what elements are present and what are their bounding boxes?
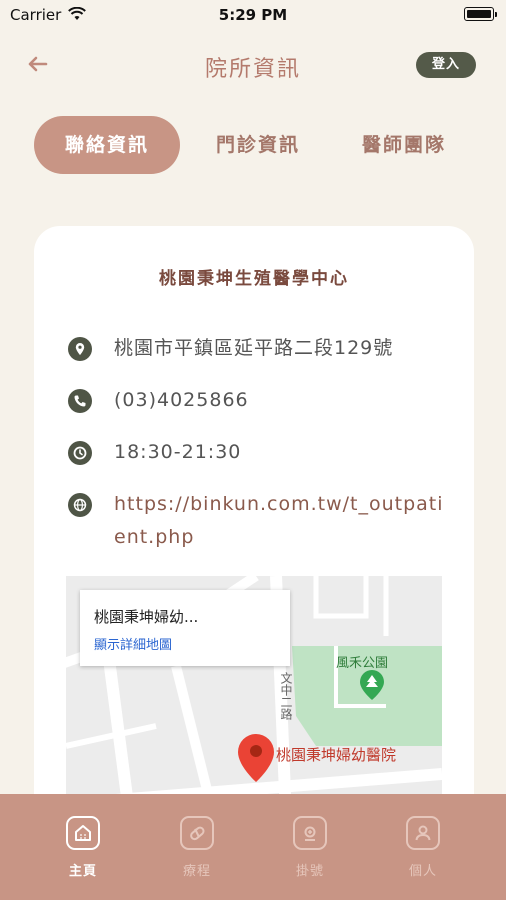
website-link[interactable]: https://binkun.com.tw/t_outpatient.php [114, 488, 448, 554]
header: 院所資訊 登入 [0, 40, 506, 90]
nav-home-label: 主頁 [68, 864, 97, 879]
map-pin-label: 桃園秉坤婦幼醫院 [276, 746, 397, 764]
nav-registration[interactable]: 掛號 [265, 816, 355, 879]
park-label: 風禾公園 [336, 656, 389, 671]
bottom-navigation: 主頁 療程 掛號 個人 [0, 794, 506, 900]
map-pin-icon[interactable] [238, 734, 274, 782]
nav-home[interactable]: 主頁 [38, 816, 128, 879]
park-tree-icon [360, 670, 384, 700]
tab-contact-info[interactable]: 聯絡資訊 [34, 116, 180, 174]
map-popup-title: 桃園秉坤婦幼... [94, 608, 199, 626]
clock-icon [68, 441, 92, 465]
nav-profile-label: 個人 [408, 864, 437, 879]
nav-treatment-label: 療程 [182, 864, 211, 879]
search-doc-icon [293, 816, 327, 850]
address-text: 桃園市平鎮區延平路二段129號 [114, 337, 394, 359]
location-pin-icon [68, 337, 92, 361]
status-bar: Carrier 5:29 PM [0, 0, 506, 30]
nav-profile[interactable]: 個人 [378, 816, 468, 879]
battery-icon [464, 7, 497, 21]
tab-bar: 聯絡資訊 門診資訊 醫師團隊 [34, 116, 474, 174]
phone-text: (03)4025866 [114, 389, 249, 411]
person-icon [406, 816, 440, 850]
clock: 5:29 PM [218, 6, 288, 24]
hours-text: 18:30-21:30 [114, 441, 242, 463]
map-details-link[interactable]: 顯示詳細地圖 [94, 634, 172, 653]
nav-registration-label: 掛號 [295, 864, 324, 879]
pill-icon [180, 816, 214, 850]
clinic-name: 桃園秉坤生殖醫學中心 [159, 269, 349, 289]
home-icon [66, 816, 100, 850]
globe-icon [68, 493, 92, 517]
map-info-popup[interactable]: 桃園秉坤婦幼... 顯示詳細地圖 [80, 590, 290, 666]
road-label: 文中二路 [279, 672, 293, 720]
tab-outpatient-info[interactable]: 門診資訊 [194, 116, 322, 174]
login-button[interactable]: 登入 [416, 52, 476, 78]
tab-doctor-team[interactable]: 醫師團隊 [340, 116, 468, 174]
phone-icon [68, 389, 92, 413]
nav-treatment[interactable]: 療程 [152, 816, 242, 879]
contact-card: 桃園秉坤生殖醫學中心 桃園市平鎮區延平路二段129號 (03)4025866 1… [34, 226, 474, 846]
